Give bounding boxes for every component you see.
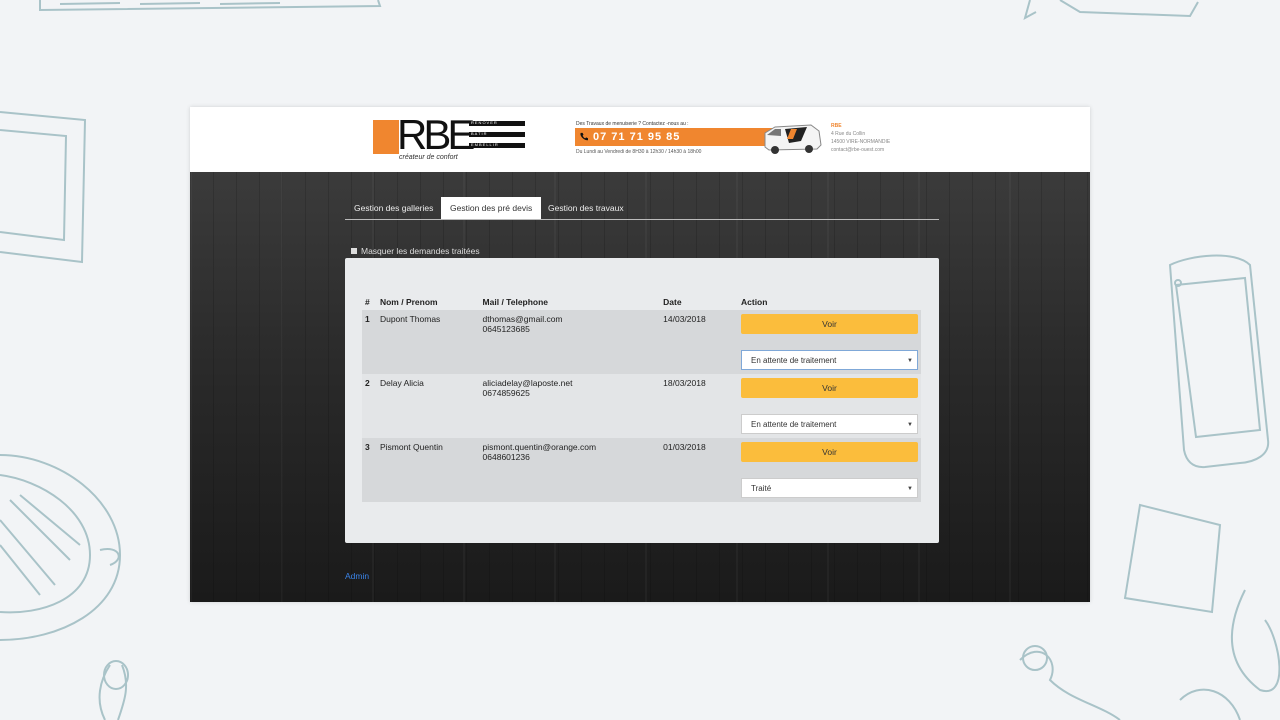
- row-email: dthomas@gmail.com: [482, 314, 563, 324]
- logo-bar-label: BATIR: [471, 131, 488, 136]
- dropdown-arrow-icon: ▼: [907, 422, 913, 428]
- logo-orange-block: [373, 120, 399, 154]
- contact-email: contact@rbe-ouest.com: [831, 147, 885, 153]
- contact-city: 14500 VIRE-NORMANDIE: [831, 139, 891, 145]
- status-select-value: En attente de traitement: [751, 420, 837, 429]
- row-email: pismont.quentin@orange.com: [482, 442, 597, 452]
- phone-icon: [580, 132, 588, 141]
- banner-top-text: Des Travaux de menuiserie ? Contactez -n…: [576, 121, 689, 127]
- row-contact: pismont.quentin@orange.com 0648601236: [480, 438, 661, 502]
- col-name-header: Nom / Prenom: [379, 297, 438, 307]
- contact-block: RBE 4 Rue du Collin 14500 VIRE-NORMANDIE…: [831, 122, 890, 154]
- tab-bar: Gestion des galleries Gestion des pré de…: [345, 197, 939, 220]
- site-frame: RBE RENOVER BATIR EMBELLIR créateur de c…: [190, 107, 1090, 602]
- status-select-value: En attente de traitement: [751, 356, 837, 365]
- status-select[interactable]: En attente de traitement ▼: [741, 414, 918, 434]
- site-header: RBE RENOVER BATIR EMBELLIR créateur de c…: [190, 107, 1090, 172]
- row-name: Delay Alicia: [379, 378, 424, 388]
- contact-address: 4 Rue du Collin: [831, 131, 866, 137]
- hide-processed-label: Masquer les demandes traitées: [361, 246, 480, 256]
- row-email: aliciadelay@laposte.net: [482, 378, 573, 388]
- row-date: 01/03/2018: [663, 442, 706, 452]
- logo-bar: EMBELLIR: [469, 142, 525, 148]
- status-select-value: Traité: [751, 484, 772, 493]
- table-header-row: # Nom / Prenom Mail / Telephone Date Act…: [362, 294, 921, 310]
- tab-galleries[interactable]: Gestion des galleries: [345, 197, 442, 219]
- row-actions: Voir En attente de traitement ▼: [738, 310, 921, 374]
- col-date-header: Date: [663, 297, 682, 307]
- van-icon: [764, 124, 822, 154]
- row-number: 2: [365, 378, 370, 388]
- status-select[interactable]: Traité ▼: [741, 478, 918, 498]
- logo-bars: RENOVER BATIR EMBELLIR: [469, 120, 525, 154]
- logo-bar-label: RENOVER: [471, 120, 498, 125]
- tab-travaux[interactable]: Gestion des travaux: [539, 197, 633, 219]
- row-date: 14/03/2018: [663, 314, 706, 324]
- voir-button[interactable]: Voir: [741, 442, 918, 462]
- row-actions: Voir Traité ▼: [738, 438, 921, 502]
- banner-phone-number: 07 71 71 95 85: [593, 131, 681, 143]
- requests-panel: # Nom / Prenom Mail / Telephone Date Act…: [345, 258, 939, 543]
- logo-letters: RBE: [397, 111, 475, 158]
- contact-banner: Des Travaux de menuiserie ? Contactez -n…: [575, 119, 825, 167]
- requests-table: # Nom / Prenom Mail / Telephone Date Act…: [362, 294, 921, 502]
- row-phone: 0674859625: [482, 388, 530, 398]
- table-row: 1 Dupont Thomas dthomas@gmail.com 0645123…: [362, 310, 921, 374]
- tab-pre-devis[interactable]: Gestion des pré devis: [441, 197, 542, 219]
- row-number: 1: [365, 314, 370, 324]
- row-number: 3: [365, 442, 370, 452]
- row-actions: Voir En attente de traitement ▼: [738, 374, 921, 438]
- logo-bar: BATIR: [469, 131, 525, 137]
- row-date: 18/03/2018: [663, 378, 706, 388]
- status-select[interactable]: En attente de traitement ▼: [741, 350, 918, 370]
- logo-bar-label: EMBELLIR: [471, 142, 499, 147]
- table-row: 2 Delay Alicia aliciadelay@laposte.net 06…: [362, 374, 921, 438]
- hide-processed-checkbox[interactable]: [351, 248, 357, 254]
- col-mail-header: Mail / Telephone: [482, 297, 549, 307]
- row-name: Dupont Thomas: [379, 314, 441, 324]
- row-contact: dthomas@gmail.com 0645123685: [480, 310, 661, 374]
- col-action-header: Action: [741, 297, 768, 307]
- row-phone: 0645123685: [482, 324, 530, 334]
- row-name: Pismont Quentin: [379, 442, 443, 452]
- dropdown-arrow-icon: ▼: [907, 358, 913, 364]
- banner-hours-text: Du Lundi au Vendredi de 8H30 à 12h30 / 1…: [576, 149, 702, 155]
- col-num-header: #: [365, 297, 370, 307]
- row-phone: 0648601236: [482, 452, 530, 462]
- logo-tagline: créateur de confort: [399, 154, 458, 161]
- logo-bar: RENOVER: [469, 120, 525, 126]
- table-row: 3 Pismont Quentin pismont.quentin@orange…: [362, 438, 921, 502]
- row-contact: aliciadelay@laposte.net 0674859625: [480, 374, 661, 438]
- voir-button[interactable]: Voir: [741, 378, 918, 398]
- contact-name: RBE: [831, 123, 842, 129]
- hide-processed-filter[interactable]: Masquer les demandes traitées: [351, 246, 480, 256]
- dropdown-arrow-icon: ▼: [907, 486, 913, 492]
- rbe-logo[interactable]: RBE RENOVER BATIR EMBELLIR créateur de c…: [373, 111, 528, 166]
- admin-link[interactable]: Admin: [345, 571, 369, 581]
- voir-button[interactable]: Voir: [741, 314, 918, 334]
